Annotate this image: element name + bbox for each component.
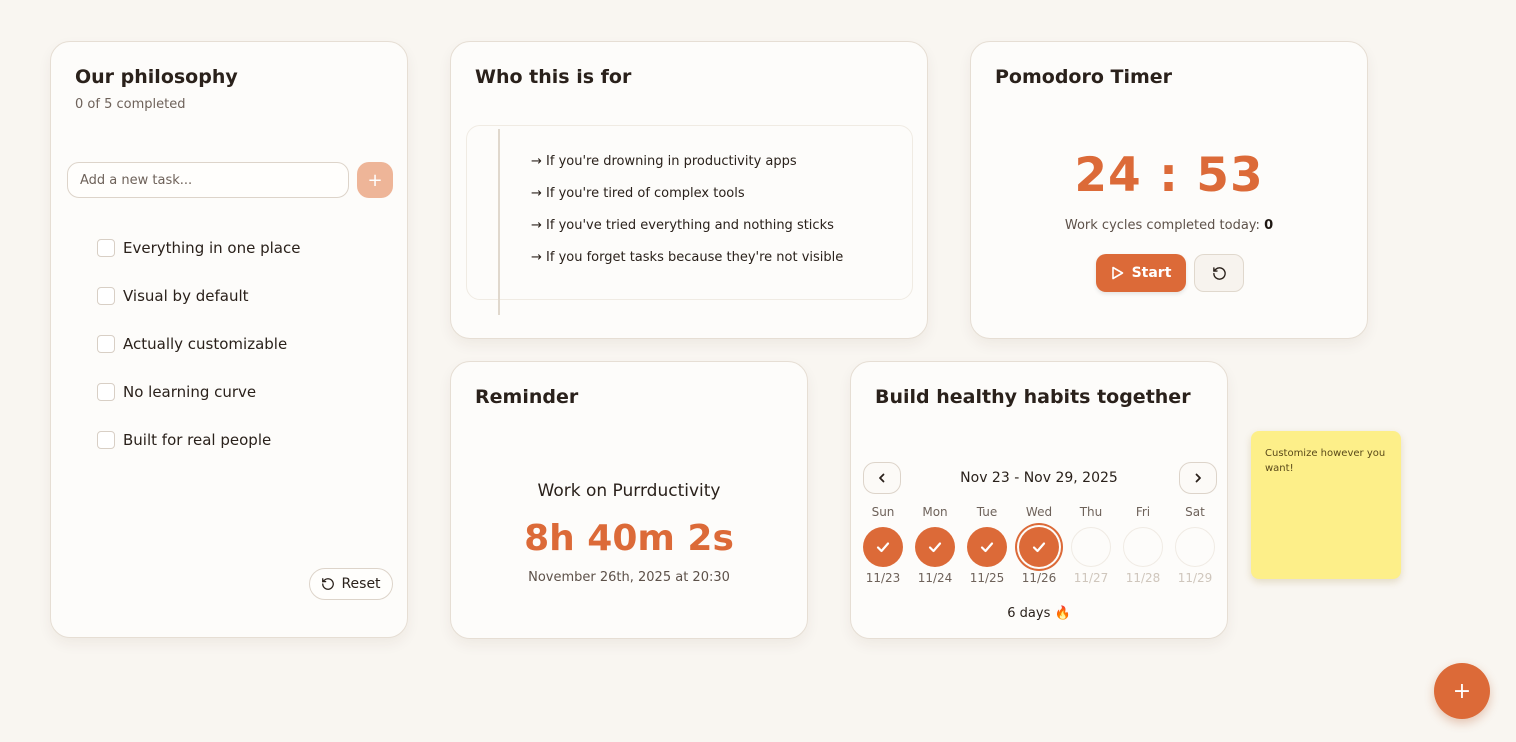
habit-toggle[interactable]: [967, 527, 1007, 567]
chevron-right-icon: [1195, 473, 1201, 483]
check-icon: [980, 542, 994, 553]
habit-day: Tue 11/25: [967, 505, 1007, 585]
audience-item: → If you forget tasks because they're no…: [531, 250, 844, 265]
reminder-countdown: 8h 40m 2s: [524, 518, 734, 559]
habit-day: Sat 11/29: [1175, 505, 1215, 585]
restart-button[interactable]: [1194, 254, 1244, 292]
day-date: 11/23: [865, 571, 901, 585]
habit-day: Mon 11/24: [915, 505, 955, 585]
check-icon: [876, 542, 890, 553]
todo-checkbox[interactable]: [97, 239, 115, 257]
todo-label: Built for real people: [123, 431, 272, 449]
check-icon: [1032, 542, 1046, 553]
day-name: Tue: [976, 505, 998, 519]
habit-day: Fri 11/28: [1123, 505, 1163, 585]
todo-checkbox[interactable]: [97, 431, 115, 449]
audience-item: → If you're drowning in productivity app…: [531, 154, 797, 169]
day-date: 11/25: [969, 571, 1005, 585]
day-name: Wed: [1025, 505, 1053, 519]
start-label: Start: [1131, 265, 1172, 281]
reminder-card: Reminder Work on Purrductivity 8h 40m 2s…: [450, 361, 808, 639]
reset-label: Reset: [341, 576, 381, 592]
add-widget-button[interactable]: +: [1434, 663, 1490, 719]
day-date: 11/24: [917, 571, 953, 585]
todo-label: Visual by default: [123, 287, 249, 305]
day-date: 11/28: [1125, 571, 1161, 585]
habit-day: Wed 11/26: [1019, 505, 1059, 585]
audience-list: → If you're drowning in productivity app…: [531, 150, 843, 278]
audience-item: → If you've tried everything and nothing…: [531, 218, 834, 233]
habit-day: Thu 11/27: [1071, 505, 1111, 585]
reset-button[interactable]: Reset: [309, 568, 393, 600]
day-name: Thu: [1079, 505, 1103, 519]
audience-item: → If you're tired of complex tools: [531, 186, 745, 201]
sticky-text: Customize however you want!: [1265, 448, 1386, 474]
todo-label: Actually customizable: [123, 335, 288, 353]
todo-label: No learning curve: [123, 383, 257, 401]
card-title: Pomodoro Timer: [995, 66, 1173, 88]
streak-label: 6 days 🔥: [1007, 606, 1071, 621]
todo-label: Everything in one place: [123, 239, 301, 257]
day-name: Sat: [1185, 505, 1205, 519]
day-name: Mon: [922, 505, 948, 519]
habit-toggle[interactable]: [1071, 527, 1111, 567]
day-name: Sun: [871, 505, 895, 519]
todo-item[interactable]: Built for real people: [97, 416, 300, 464]
cycles-value: 0: [1264, 218, 1274, 233]
card-title: Reminder: [475, 386, 579, 408]
day-date: 11/29: [1177, 571, 1213, 585]
todo-item[interactable]: No learning curve: [97, 368, 300, 416]
next-week-button[interactable]: [1179, 462, 1217, 494]
day-date: 11/26: [1021, 571, 1057, 585]
sticky-note[interactable]: Customize however you want!: [1251, 431, 1401, 579]
pomodoro-card: Pomodoro Timer 24 : 53 Work cycles compl…: [970, 41, 1368, 339]
habit-toggle[interactable]: [1019, 527, 1059, 567]
todo-checkbox[interactable]: [97, 335, 115, 353]
week-range: Nov 23 - Nov 29, 2025: [960, 470, 1118, 486]
philosophy-card: Our philosophy 0 of 5 completed + Everyt…: [50, 41, 408, 638]
add-task-button[interactable]: +: [357, 162, 393, 198]
start-button[interactable]: Start: [1096, 254, 1186, 292]
completion-count: 0 of 5 completed: [75, 97, 186, 112]
habit-week: Sun 11/23 Mon 11/24 Tue 11/25 Wed 11/26 Thu 11/27…: [863, 505, 1215, 585]
prev-week-button[interactable]: [863, 462, 901, 494]
check-icon: [928, 542, 942, 553]
timer-display: 24 : 53: [1074, 148, 1264, 203]
cycles-label: Work cycles completed today:: [1064, 218, 1260, 233]
play-icon: [1111, 266, 1123, 280]
todo-item[interactable]: Everything in one place: [97, 224, 300, 272]
new-task-input[interactable]: [67, 162, 349, 198]
todo-item[interactable]: Visual by default: [97, 272, 300, 320]
reminder-datetime: November 26th, 2025 at 20:30: [528, 570, 730, 585]
habit-day: Sun 11/23: [863, 505, 903, 585]
habits-card: Build healthy habits together Nov 23 - N…: [850, 361, 1228, 639]
card-title: Our philosophy: [75, 66, 238, 88]
audience-card: Who this is for → If you're drowning in …: [450, 41, 928, 339]
rotate-ccw-icon: [322, 578, 335, 590]
cycles-readout: Work cycles completed today: 0: [971, 218, 1367, 233]
todo-checkbox[interactable]: [97, 287, 115, 305]
rotate-ccw-icon: [1212, 266, 1226, 280]
card-title: Build healthy habits together: [875, 386, 1191, 408]
todo-list: Everything in one place Visual by defaul…: [97, 224, 300, 464]
day-name: Fri: [1135, 505, 1151, 519]
quote-rule: [498, 129, 500, 315]
habit-toggle[interactable]: [863, 527, 903, 567]
habit-toggle[interactable]: [1123, 527, 1163, 567]
habit-toggle[interactable]: [915, 527, 955, 567]
todo-checkbox[interactable]: [97, 383, 115, 401]
reminder-task: Work on Purrductivity: [537, 481, 721, 501]
todo-item[interactable]: Actually customizable: [97, 320, 300, 368]
plus-icon: +: [1452, 678, 1472, 704]
habit-toggle[interactable]: [1175, 527, 1215, 567]
card-title: Who this is for: [475, 66, 632, 88]
chevron-left-icon: [879, 473, 885, 483]
day-date: 11/27: [1073, 571, 1109, 585]
plus-icon: +: [367, 169, 383, 191]
